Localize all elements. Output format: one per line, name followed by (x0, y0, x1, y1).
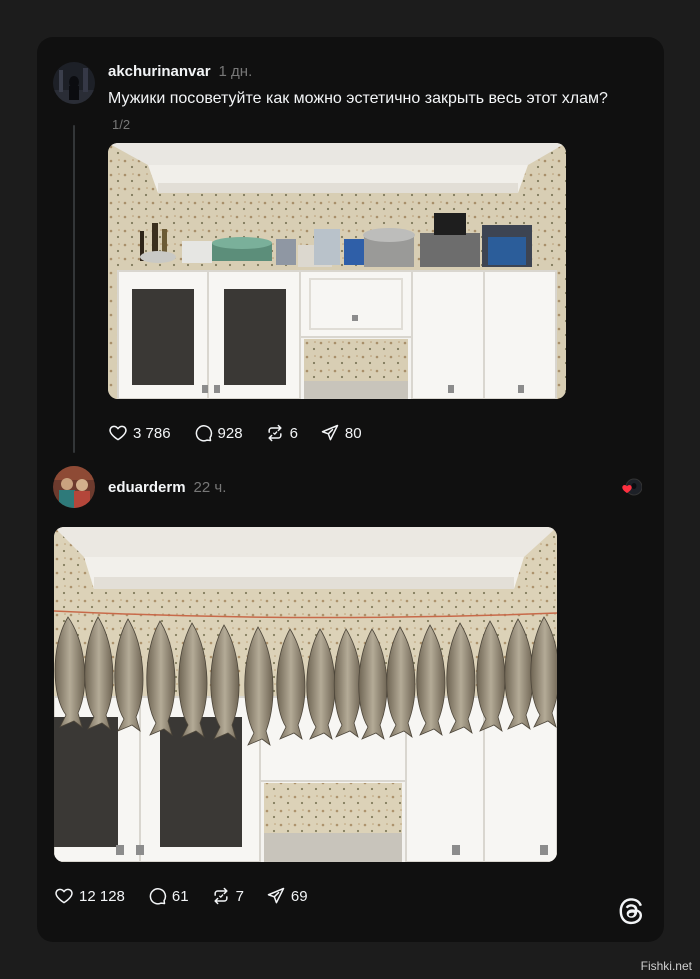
threads-logo-icon[interactable] (618, 896, 644, 926)
post-image-cabinets[interactable] (108, 143, 566, 399)
share-count: 69 (290, 887, 308, 905)
comment-button[interactable]: 928 (193, 423, 243, 443)
repost-button[interactable]: 7 (211, 886, 244, 906)
post-body: Мужики посоветуйте как можно эстетично з… (108, 90, 608, 107)
comment-icon (193, 423, 213, 443)
comment-icon (147, 886, 167, 906)
avatar[interactable] (53, 62, 95, 104)
share-icon (320, 423, 340, 443)
repost-button[interactable]: 6 (265, 423, 298, 443)
username[interactable]: akchurinanvar (108, 63, 211, 80)
share-button[interactable]: 80 (320, 423, 362, 443)
liked-by-author-avatar[interactable] (622, 478, 643, 498)
like-count: 3 786 (133, 424, 171, 442)
post-actions: 12 128 61 7 69 (54, 886, 330, 906)
comment-button[interactable]: 61 (147, 886, 189, 906)
post-header: eduarderm 22 ч. (108, 479, 226, 496)
heart-icon (54, 886, 74, 906)
like-button[interactable]: 12 128 (54, 886, 125, 906)
comment-count: 928 (217, 424, 243, 442)
timestamp[interactable]: 1 дн. (219, 63, 253, 80)
post-image-dried-fish[interactable] (54, 527, 557, 862)
post-text: Мужики посоветуйте как можно эстетично з… (108, 86, 608, 138)
repost-count: 6 (289, 424, 298, 442)
username[interactable]: eduarderm (108, 479, 186, 496)
heart-icon (108, 423, 128, 443)
avatar[interactable] (53, 466, 95, 508)
share-count: 80 (344, 424, 362, 442)
share-button[interactable]: 69 (266, 886, 308, 906)
like-button[interactable]: 3 786 (108, 423, 171, 443)
repost-count: 7 (235, 887, 244, 905)
thread-line (73, 125, 75, 453)
comment-count: 61 (171, 887, 189, 905)
like-count: 12 128 (79, 887, 125, 905)
post-actions: 3 786 928 6 80 (108, 423, 384, 443)
watermark: Fishki.net (640, 959, 692, 973)
repost-icon (265, 423, 285, 443)
repost-icon (211, 886, 231, 906)
image-counter: 1/2 (112, 117, 131, 132)
timestamp[interactable]: 22 ч. (194, 479, 227, 496)
share-icon (266, 886, 286, 906)
post-header: akchurinanvar 1 дн. (108, 63, 252, 80)
